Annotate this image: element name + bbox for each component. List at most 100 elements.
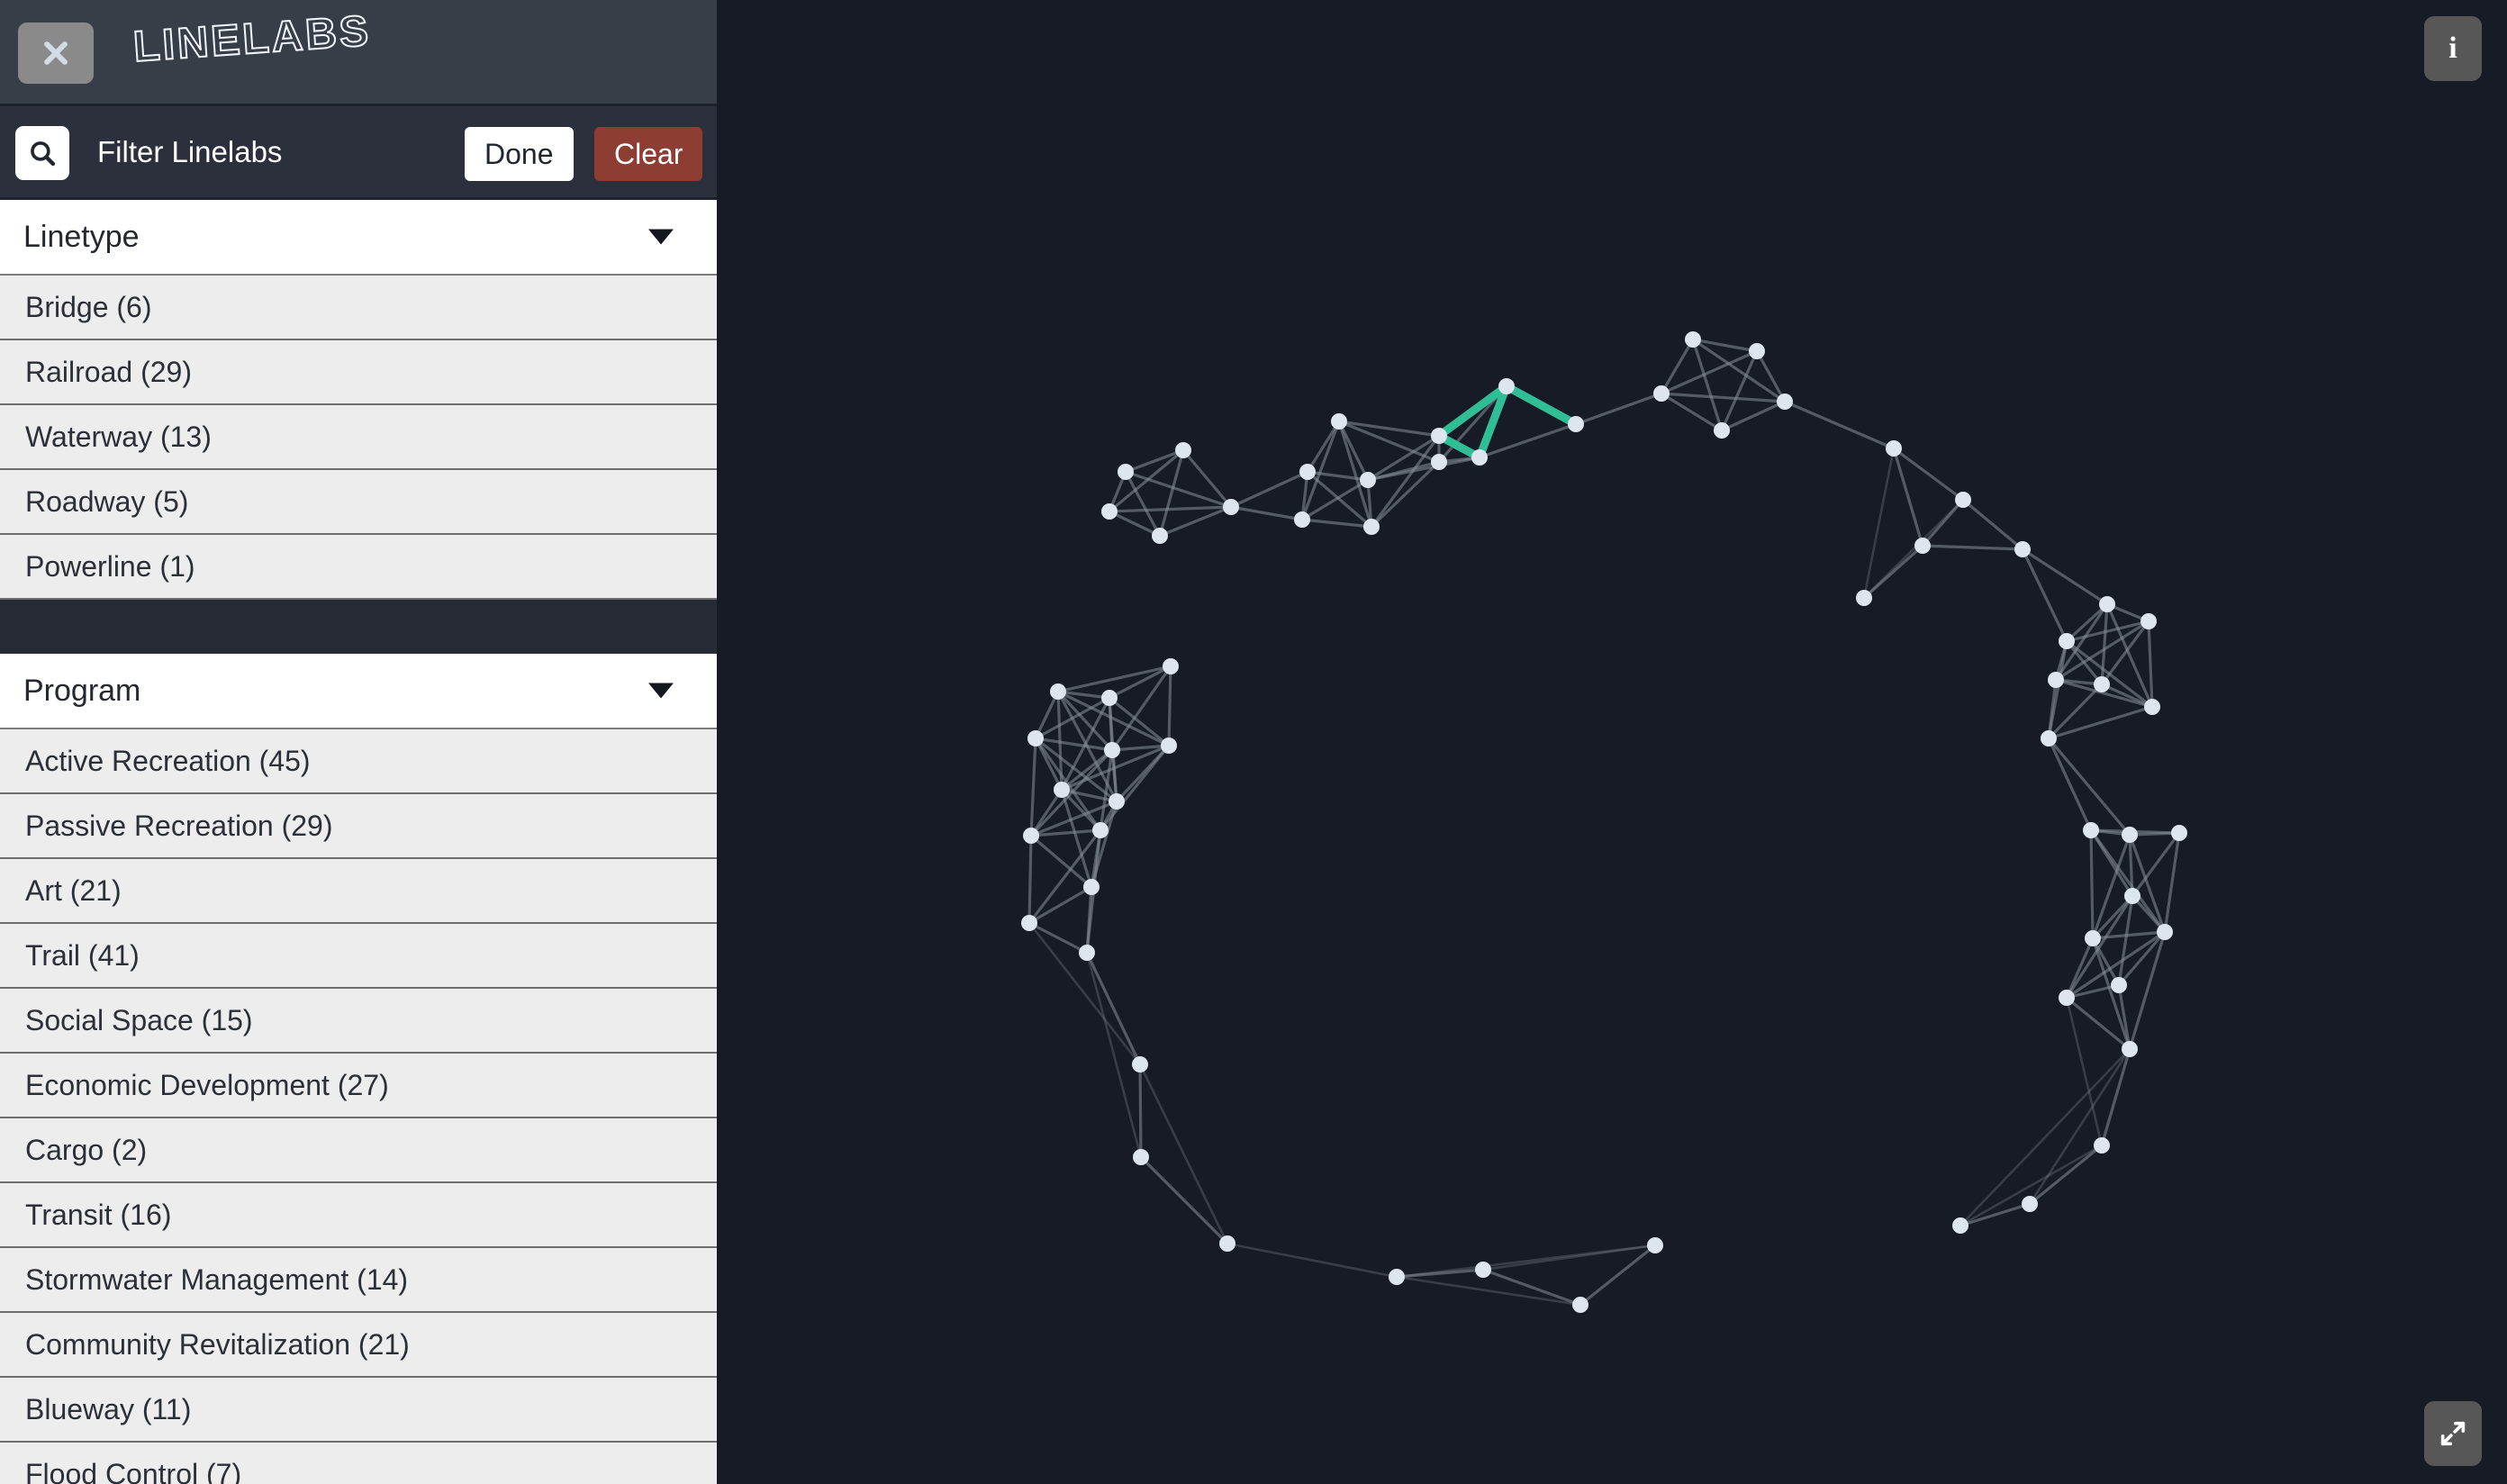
graph-node[interactable]: [1101, 690, 1118, 706]
graph-node[interactable]: [1223, 499, 1239, 515]
graph-edge[interactable]: [2089, 829, 2095, 939]
graph-node[interactable]: [2094, 1137, 2110, 1154]
graph-node[interactable]: [2083, 822, 2099, 838]
graph-node[interactable]: [2111, 977, 2127, 993]
graph-edge[interactable]: [1159, 505, 1232, 538]
graph-node[interactable]: [1653, 385, 1670, 402]
graph-node[interactable]: [1118, 464, 1134, 480]
graph-node[interactable]: [2157, 924, 2173, 940]
graph-edge[interactable]: [2047, 737, 2093, 831]
graph-edge[interactable]: [2091, 834, 2131, 939]
graph-edge[interactable]: [1167, 665, 1172, 747]
graph-node[interactable]: [1050, 683, 1066, 700]
facet-item-art[interactable]: Art (21): [0, 859, 717, 924]
graph-edge[interactable]: [1575, 392, 1662, 426]
graph-edge[interactable]: [1109, 505, 1232, 513]
graph-edge[interactable]: [1028, 885, 1092, 925]
graph-node[interactable]: [1079, 945, 1095, 961]
graph-node[interactable]: [2140, 613, 2157, 629]
graph-node[interactable]: [1163, 658, 1179, 674]
info-button[interactable]: i: [2424, 16, 2482, 81]
network-graph[interactable]: [717, 0, 2507, 1484]
graph-node[interactable]: [1572, 1297, 1588, 1313]
facet-item-social-space[interactable]: Social Space (15): [0, 989, 717, 1054]
graph-edge[interactable]: [2066, 639, 2153, 709]
graph-node[interactable]: [2122, 1041, 2138, 1057]
graph-node[interactable]: [1749, 343, 1765, 359]
graph-node[interactable]: [1714, 422, 1730, 439]
facet-item-flood-control[interactable]: Flood Control (7): [0, 1443, 717, 1484]
graph-edge[interactable]: [1959, 1144, 2103, 1227]
clear-button[interactable]: Clear: [594, 127, 703, 181]
graph-node[interactable]: [2094, 676, 2110, 692]
graph-node[interactable]: [1132, 1056, 1148, 1072]
graph-edge[interactable]: [1028, 921, 1088, 955]
graph-node[interactable]: [2171, 825, 2187, 841]
graph-edge[interactable]: [2047, 737, 2131, 837]
facet-item-blueway[interactable]: Blueway (11): [0, 1378, 717, 1443]
graph-node[interactable]: [1021, 915, 1037, 931]
graph-node[interactable]: [1133, 1149, 1149, 1165]
graph-edge[interactable]: [1482, 1268, 1581, 1307]
graph-node[interactable]: [1886, 440, 1902, 457]
graph-node[interactable]: [1389, 1269, 1405, 1285]
graph-edge[interactable]: [1125, 448, 1184, 474]
graph-node[interactable]: [1647, 1237, 1663, 1253]
expand-button[interactable]: [2424, 1401, 2482, 1466]
facet-item-passive-recreation[interactable]: Passive Recreation (29): [0, 794, 717, 859]
graph-edge[interactable]: [1784, 400, 1895, 450]
graph-edge[interactable]: [1138, 1063, 1143, 1158]
facet-item-trail[interactable]: Trail (41): [0, 924, 717, 989]
graph-edge[interactable]: [1230, 505, 1303, 521]
graph-node[interactable]: [1294, 511, 1310, 528]
graph-edge[interactable]: [2128, 931, 2167, 1050]
facet-item-powerline[interactable]: Powerline (1): [0, 535, 717, 600]
graph-edge[interactable]: [1961, 498, 2024, 551]
graph-edge[interactable]: [2065, 997, 2104, 1146]
graph-node[interactable]: [2085, 930, 2101, 946]
graph-edge[interactable]: [1301, 518, 1372, 529]
graph-edge[interactable]: [1138, 1063, 1229, 1244]
graph-node[interactable]: [1363, 519, 1380, 535]
graph-node[interactable]: [1023, 828, 1039, 844]
graph-node[interactable]: [2041, 730, 2057, 747]
graph-edge[interactable]: [1922, 544, 2023, 551]
graph-node[interactable]: [1104, 742, 1120, 758]
graph-node[interactable]: [1498, 378, 1515, 394]
graph-edge[interactable]: [1661, 392, 1786, 403]
facet-item-economic-development[interactable]: Economic Development (27): [0, 1054, 717, 1118]
graph-node[interactable]: [1471, 449, 1488, 466]
graph-node[interactable]: [1331, 413, 1347, 430]
graph-node[interactable]: [2144, 699, 2160, 715]
graph-node[interactable]: [1685, 331, 1701, 348]
graph-node[interactable]: [2124, 888, 2140, 904]
graph-edge[interactable]: [1892, 448, 1924, 547]
graph-node[interactable]: [2122, 827, 2138, 843]
graph-node[interactable]: [2014, 541, 2031, 557]
graph-node[interactable]: [1914, 538, 1931, 554]
graph-node[interactable]: [2059, 990, 2075, 1006]
facet-item-bridge[interactable]: Bridge (6): [0, 276, 717, 340]
search-input[interactable]: [97, 124, 439, 180]
graph-node[interactable]: [1027, 730, 1044, 747]
graph-edge[interactable]: [2028, 1144, 2104, 1206]
graph-edge[interactable]: [1396, 1244, 1656, 1279]
graph-edge[interactable]: [1109, 665, 1172, 700]
graph-node[interactable]: [1952, 1217, 1968, 1234]
graph-edge[interactable]: [1029, 737, 1037, 837]
graph-node[interactable]: [1360, 472, 1376, 488]
graph-edge[interactable]: [1158, 449, 1185, 537]
graph-node[interactable]: [1219, 1235, 1235, 1252]
done-button[interactable]: Done: [465, 127, 574, 181]
graph-edge[interactable]: [1755, 350, 1787, 403]
facet-list[interactable]: Linetype Bridge (6) Railroad (29) Waterw…: [0, 200, 717, 1484]
graph-node[interactable]: [1101, 503, 1118, 520]
graph-node[interactable]: [1083, 879, 1100, 895]
graph-node[interactable]: [2048, 672, 2064, 688]
graph-node[interactable]: [2099, 596, 2115, 612]
graph-node[interactable]: [1568, 416, 1584, 432]
graph-edge[interactable]: [2028, 1048, 2131, 1205]
graph-node[interactable]: [1431, 428, 1447, 444]
facet-header-program[interactable]: Program: [0, 654, 717, 729]
graph-edge[interactable]: [1396, 1275, 1581, 1307]
